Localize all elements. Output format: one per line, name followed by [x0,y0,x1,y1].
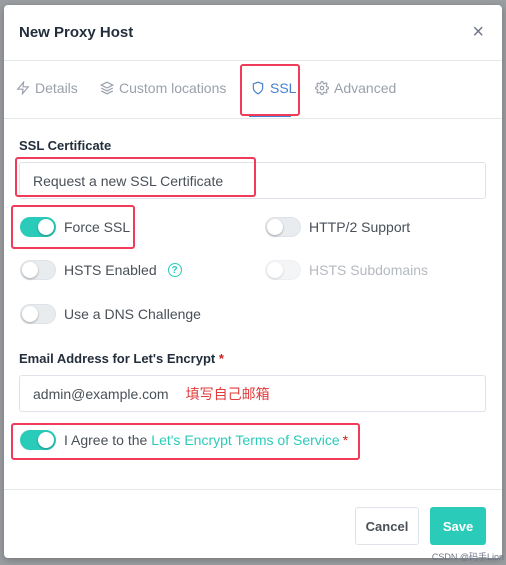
new-proxy-host-modal: New Proxy Host × Details Custom location… [4,5,502,558]
active-tab-indicator [249,115,291,117]
agree-required-mark: * [342,432,349,448]
tab-ssl-label: SSL [270,80,297,96]
tab-details-label: Details [35,80,78,96]
shield-icon [252,81,264,95]
email-value: admin@example.com [33,385,169,402]
email-label: Email Address for Let's Encrypt * [19,351,224,366]
force-ssl-label: Force SSL [64,219,131,235]
gear-icon [315,81,329,95]
layers-icon [100,81,114,95]
tab-custom-locations-label: Custom locations [119,80,227,96]
tab-custom-locations[interactable]: Custom locations [100,80,226,96]
hsts-row: HSTS Enabled ? [20,260,182,280]
terms-link[interactable]: Let's Encrypt Terms of Service [151,432,339,448]
ssl-certificate-value: Request a new SSL Certificate [33,172,224,189]
http2-toggle[interactable] [265,217,301,237]
tab-details[interactable]: Details [16,80,78,96]
dns-challenge-toggle[interactable] [20,304,56,324]
email-label-text: Email Address for Let's Encrypt [19,351,216,366]
modal-footer: Cancel Save [4,489,502,558]
agree-row: I Agree to the Let's Encrypt Terms of Se… [20,430,348,450]
force-ssl-toggle[interactable] [20,217,56,237]
http2-label: HTTP/2 Support [309,219,411,235]
cancel-button[interactable]: Cancel [355,507,419,545]
modal-title: New Proxy Host [19,24,134,41]
required-mark: * [218,351,224,366]
email-note: 填写自己邮箱 [185,385,270,402]
ssl-certificate-select[interactable]: Request a new SSL Certificate [19,162,486,199]
tab-bar: Details Custom locations SSL Advanced [4,62,502,119]
close-icon[interactable]: × [472,20,484,44]
ssl-certificate-label: SSL Certificate [19,138,112,153]
hsts-label: HSTS Enabled [64,262,157,278]
http2-row: HTTP/2 Support [265,217,410,237]
tab-advanced[interactable]: Advanced [315,80,396,96]
dns-challenge-label: Use a DNS Challenge [64,306,201,322]
dns-challenge-row: Use a DNS Challenge [20,304,201,324]
tab-ssl[interactable]: SSL [251,80,296,96]
hsts-subdomains-row: HSTS Subdomains [265,260,428,280]
watermark: CSDN @码手Lion [431,552,504,562]
save-button[interactable]: Save [430,507,486,545]
modal-header: New Proxy Host × [4,5,502,61]
hsts-subdomains-toggle [265,260,301,280]
agree-toggle[interactable] [20,430,56,450]
agree-prefix: I Agree to the [64,432,148,448]
hsts-subdomains-label: HSTS Subdomains [309,262,429,278]
hsts-toggle[interactable] [20,260,56,280]
email-field[interactable]: admin@example.com 填写自己邮箱 [19,375,486,412]
help-icon[interactable]: ? [167,263,182,277]
lightning-icon [16,81,30,95]
tab-advanced-label: Advanced [334,80,397,96]
force-ssl-row: Force SSL [20,217,130,237]
